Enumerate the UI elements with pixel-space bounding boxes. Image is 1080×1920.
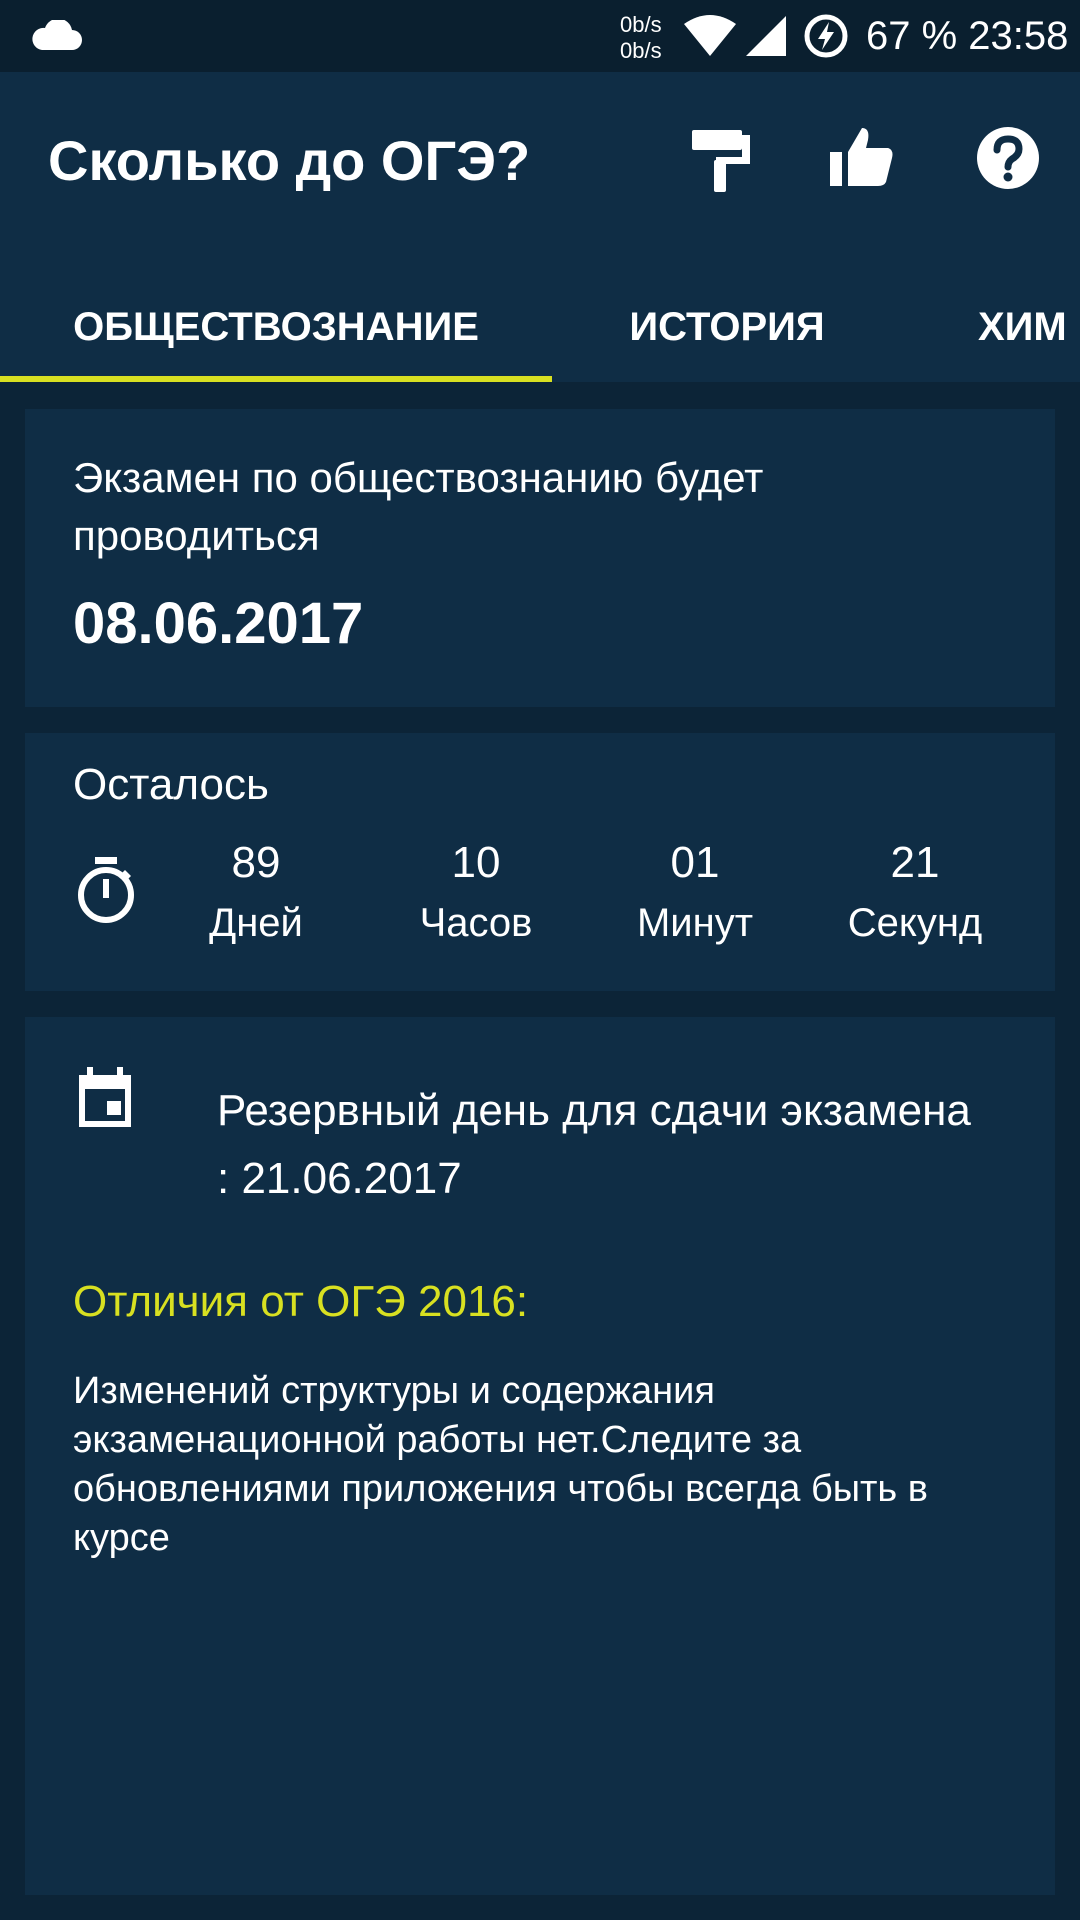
exam-date: 08.06.2017 — [73, 591, 364, 656]
net-up: 0b/s — [620, 12, 662, 37]
tab-chemistry[interactable]: ХИМ — [978, 272, 1067, 382]
help-icon[interactable] — [972, 122, 1044, 194]
exam-date-card: Экзамен по обществознанию будет проводит… — [25, 409, 1055, 707]
differences-body: Изменений структуры и содержания экзамен… — [73, 1370, 928, 1559]
seconds-label: Секунд — [847, 901, 983, 945]
countdown-minutes: 01 Минут — [595, 833, 795, 953]
thumbs-up-icon[interactable] — [826, 122, 898, 194]
countdown-hours: 10 Часов — [376, 833, 576, 953]
countdown-card: Осталось 89 Дней 10 Часов 01 Минут 21 Се… — [25, 733, 1055, 991]
battery-percent: 67 % — [866, 14, 958, 58]
subject-tabs: ОБЩЕСТВОЗНАНИЕ ИСТОРИЯ ХИМ — [0, 272, 1080, 382]
network-speed: 0b/s 0b/s — [620, 12, 662, 64]
signal-icon — [746, 16, 786, 56]
days-label: Дней — [209, 901, 303, 945]
exam-description: Экзамен по обществознанию будет проводит… — [73, 454, 764, 559]
info-card: Резервный день для сдачи экзамена : 21.0… — [25, 1017, 1055, 1895]
differences-title: Отличия от ОГЭ 2016: — [73, 1277, 529, 1326]
cloud-icon — [32, 20, 82, 50]
tab-history[interactable]: ИСТОРИЯ — [552, 272, 902, 382]
countdown-seconds: 21 Секунд — [815, 833, 1015, 953]
app-bar: Сколько до ОГЭ? ОБЩЕСТВОЗНАНИЕ ИСТОРИЯ Х… — [0, 72, 1080, 382]
hours-value: 10 — [451, 838, 501, 887]
clock-time: 23:58 — [968, 14, 1069, 58]
hours-label: Часов — [419, 901, 533, 945]
remaining-label: Осталось — [73, 760, 269, 809]
days-value: 89 — [231, 838, 281, 887]
tab-social-studies[interactable]: ОБЩЕСТВОЗНАНИЕ — [0, 272, 552, 382]
net-down: 0b/s — [620, 38, 662, 63]
content-area: Экзамен по обществознанию будет проводит… — [0, 382, 1080, 1920]
minutes-value: 01 — [670, 838, 720, 887]
seconds-value: 21 — [890, 838, 940, 887]
status-bar: 0b/s 0b/s 67 % 23:58 — [0, 0, 1080, 72]
minutes-label: Минут — [636, 901, 754, 945]
status-text: 67 % 23:58 — [866, 14, 1068, 58]
app-title: Сколько до ОГЭ? — [48, 129, 531, 192]
calendar-icon — [79, 1067, 131, 1127]
battery-charging-icon — [804, 14, 848, 58]
stopwatch-icon — [78, 857, 134, 923]
countdown-days: 89 Дней — [156, 833, 356, 953]
reserve-day-text: Резервный день для сдачи экзамена : 21.0… — [217, 1086, 971, 1203]
paint-roller-icon[interactable] — [686, 122, 758, 194]
wifi-icon — [684, 15, 736, 56]
